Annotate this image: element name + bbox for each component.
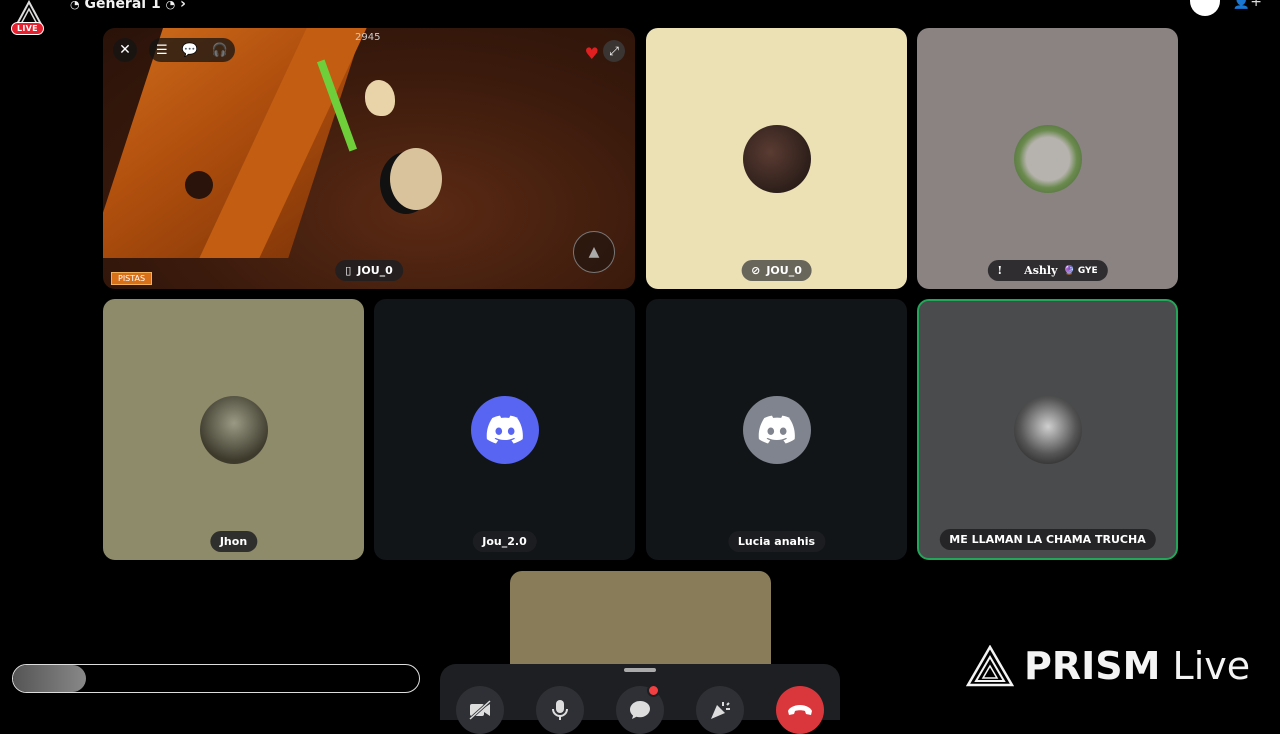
- game-tag: PISTAS: [111, 272, 153, 285]
- progress-fill: [13, 665, 87, 692]
- prism-brand: PRISM: [1024, 644, 1161, 688]
- participant-tile-speaking[interactable]: ME LLAMAN LA CHAMA TRUCHA: [917, 299, 1178, 560]
- participant-name: Lucia anahis: [737, 535, 816, 548]
- headset-icon[interactable]: 🎧: [212, 43, 228, 58]
- name-tag: Lucia anahis: [727, 531, 826, 552]
- avatar: [1013, 124, 1082, 193]
- call-controls: [440, 664, 840, 734]
- avatar: [1013, 395, 1082, 464]
- prism-live-text: PRISM Live: [1024, 644, 1250, 688]
- name-tag: Jhon: [209, 531, 258, 552]
- participant-name: Ashly: [1024, 264, 1058, 277]
- channel-name: General 1: [84, 0, 161, 12]
- no-stream-icon: ⊘: [751, 264, 761, 277]
- discord-avatar-icon: [470, 395, 539, 464]
- prism-suffix: Live: [1172, 644, 1251, 688]
- participant-tile[interactable]: Jou_2.0: [374, 299, 635, 560]
- participant-tile[interactable]: Jhon: [103, 299, 364, 560]
- discord-avatar-icon: [742, 395, 811, 464]
- add-user-icon[interactable]: 👤+: [1233, 0, 1262, 10]
- avatar: [742, 124, 811, 193]
- chat-icon[interactable]: 💬: [182, 43, 198, 58]
- close-icon[interactable]: ✕: [113, 38, 137, 62]
- participant-tile[interactable]: ! Ashly 🔮 GYE: [917, 28, 1178, 289]
- prism-live-watermark: PRISM Live: [966, 644, 1250, 688]
- menu-icon[interactable]: ☰: [156, 43, 168, 58]
- name-prefix: !: [997, 264, 1003, 277]
- chat-icon[interactable]: [616, 684, 664, 734]
- game-scene-hole: [185, 171, 213, 199]
- game-character-hand: [365, 80, 395, 116]
- jump-icon[interactable]: ▲: [573, 231, 615, 273]
- activities-icon[interactable]: [696, 686, 744, 734]
- avatar: [199, 395, 268, 464]
- participant-name: JOU_0: [357, 264, 393, 277]
- chevron-right-icon: ›: [180, 0, 186, 12]
- game-counter: 2945: [355, 32, 381, 43]
- participant-name: JOU_0: [766, 264, 802, 277]
- speaker-icon-2: ◔: [165, 0, 176, 11]
- heart-rate-icon: ♥: [584, 44, 599, 63]
- participant-tile[interactable]: ⊘ JOU_0: [646, 28, 907, 289]
- game-toolbar: ☰ 💬 🎧: [149, 38, 235, 62]
- participant-name: Jhon: [219, 535, 248, 548]
- name-tag: Jou_2.0: [472, 531, 537, 552]
- camera-off-icon[interactable]: [456, 686, 504, 734]
- guild-tag: 🔮 GYE: [1063, 265, 1098, 276]
- prism-logo-icon: [966, 645, 1014, 687]
- name-tag: ME LLAMAN LA CHAMA TRUCHA: [939, 529, 1156, 550]
- microphone-icon[interactable]: [536, 686, 584, 734]
- participant-tile[interactable]: Lucia anahis: [646, 299, 907, 560]
- stream-progress-bar: [12, 664, 420, 693]
- notification-dot: [647, 684, 660, 697]
- name-tag: ! Ashly 🔮 GYE: [987, 260, 1108, 281]
- speaker-icon: ◔: [70, 0, 80, 11]
- game-character-head: [390, 148, 442, 210]
- hang-up-icon[interactable]: [776, 686, 824, 734]
- name-tag: ▯ JOU_0: [335, 260, 403, 281]
- channel-title[interactable]: ◔ General 1 ◔ ›: [70, 0, 186, 12]
- participant-name: Jou_2.0: [482, 535, 527, 548]
- drawer-handle[interactable]: [624, 668, 656, 672]
- name-tag: ⊘ JOU_0: [741, 260, 812, 281]
- stream-tile[interactable]: ✕ ☰ 💬 🎧 2945 ♥ ⤢ ▲ PISTAS ▯ JOU_0: [103, 28, 635, 289]
- live-badge: LIVE: [11, 22, 44, 35]
- audio-output-button[interactable]: [1190, 0, 1220, 16]
- participant-name: ME LLAMAN LA CHAMA TRUCHA: [949, 533, 1146, 546]
- guild-tag-label: GYE: [1077, 265, 1098, 276]
- expand-icon[interactable]: ⤢: [603, 40, 625, 62]
- mobile-icon: ▯: [345, 264, 352, 277]
